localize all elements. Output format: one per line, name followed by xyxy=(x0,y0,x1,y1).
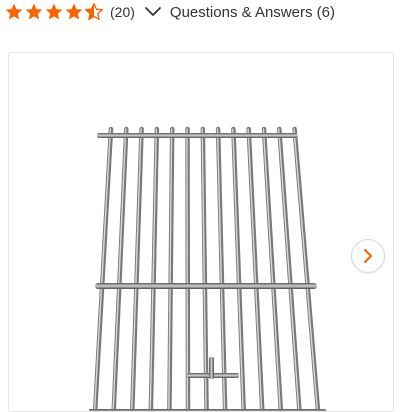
grate-rod-highlight xyxy=(130,128,142,411)
star-full-icon xyxy=(45,3,63,20)
chevron-down-icon[interactable] xyxy=(143,2,163,22)
grate-rod-highlight xyxy=(247,128,263,411)
questions-answers-link[interactable]: Questions & Answers (6) xyxy=(170,4,335,21)
star-half-icon xyxy=(85,3,104,21)
product-image[interactable] xyxy=(89,125,333,412)
grate-rod-highlight xyxy=(112,128,127,411)
product-image-gallery xyxy=(8,52,394,412)
grate-rod-highlight xyxy=(186,128,189,411)
chevron-right-icon xyxy=(364,249,372,263)
rating-bar: (20) Questions & Answers (6) xyxy=(0,0,400,24)
review-count[interactable]: (20) xyxy=(110,4,135,20)
next-image-button[interactable] xyxy=(351,239,385,273)
star-full-icon xyxy=(65,3,83,20)
grate-rod-highlight xyxy=(232,128,244,411)
star-full-icon xyxy=(5,3,23,20)
grate-rod-highlight xyxy=(93,128,112,411)
star-rating[interactable] xyxy=(4,2,104,22)
grate-rod-highlight xyxy=(262,128,281,411)
star-full-icon xyxy=(25,3,43,20)
